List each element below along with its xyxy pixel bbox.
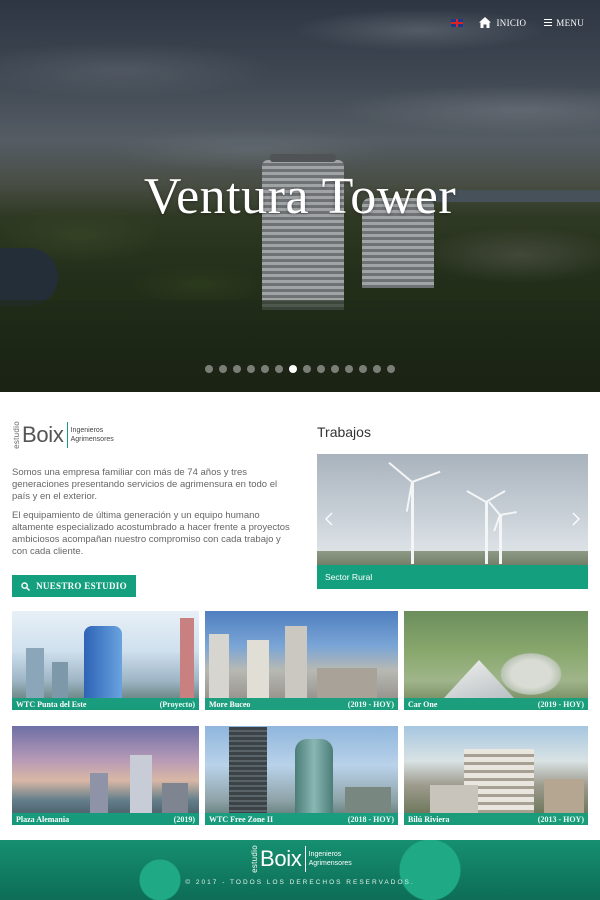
company-logo[interactable]: estudio Boix Ingenieros Agrimensores xyxy=(12,421,114,449)
building xyxy=(90,773,108,813)
logo-line2: Agrimensores xyxy=(70,436,114,443)
hero-slider[interactable]: INICIO MENU Ventura Tower xyxy=(0,0,600,392)
intro-paragraph-1: Somos una empresa familiar con más de 74… xyxy=(12,467,278,502)
building xyxy=(345,787,391,813)
building xyxy=(180,618,194,698)
turbine-blade xyxy=(485,502,487,524)
project-year: (2019) xyxy=(173,814,195,824)
project-year: (Proyecto) xyxy=(159,699,195,709)
project-name: Car One xyxy=(408,699,438,709)
logo-boix: Boix xyxy=(22,422,64,447)
project-card[interactable]: WTC Free Zone II (2018 - HOY) xyxy=(205,726,398,825)
logo-divider xyxy=(66,422,68,448)
footer-logo[interactable]: estudio Boix Ingenieros Agrimensores xyxy=(250,845,352,873)
building xyxy=(496,650,566,698)
nuestro-estudio-label: NUESTRO ESTUDIO xyxy=(36,581,127,591)
nav-menu-label: MENU xyxy=(556,17,584,28)
slider-dot[interactable] xyxy=(219,365,227,373)
turbine-blade xyxy=(411,470,441,483)
slider-dot[interactable] xyxy=(331,365,339,373)
building xyxy=(209,634,229,698)
project-caption: More Buceo (2019 - HOY) xyxy=(205,698,398,710)
home-icon xyxy=(478,17,491,28)
building xyxy=(285,626,307,698)
slider-dot[interactable] xyxy=(205,365,213,373)
turbine-blade xyxy=(466,490,487,503)
project-caption: Car One (2019 - HOY) xyxy=(404,698,588,710)
slider-dot[interactable] xyxy=(289,365,297,373)
project-caption: WTC Punta del Este (Proyecto) xyxy=(12,698,199,710)
project-year: (2013 - HOY) xyxy=(537,814,584,824)
chevron-right-icon[interactable] xyxy=(572,512,580,526)
project-card[interactable]: Plaza Alemania (2019) xyxy=(12,726,199,825)
project-card[interactable]: WTC Punta del Este (Proyecto) xyxy=(12,611,199,710)
slider-dots xyxy=(0,365,600,373)
project-year: (2019 - HOY) xyxy=(347,699,394,709)
hero-title: Ventura Tower xyxy=(143,168,457,225)
trabajos-slider[interactable]: Sector Rural xyxy=(317,454,588,589)
slider-dot[interactable] xyxy=(233,365,241,373)
building xyxy=(130,755,152,813)
turbine-blade xyxy=(388,461,413,483)
building xyxy=(430,785,478,813)
slider-dot[interactable] xyxy=(303,365,311,373)
top-navigation: INICIO MENU xyxy=(450,17,585,28)
logo-line2: Agrimensores xyxy=(308,860,352,867)
slider-dot[interactable] xyxy=(317,365,325,373)
project-card[interactable]: More Buceo (2019 - HOY) xyxy=(205,611,398,710)
slider-dot[interactable] xyxy=(387,365,395,373)
logo-line1: Ingenieros xyxy=(308,851,342,858)
project-name: Bilú Riviera xyxy=(408,814,450,824)
building xyxy=(84,626,122,698)
chevron-left-icon[interactable] xyxy=(325,512,333,526)
slide-caption: Sector Rural xyxy=(317,565,588,589)
search-icon xyxy=(21,581,31,591)
project-card[interactable]: Bilú Riviera (2013 - HOY) xyxy=(404,726,588,825)
logo-boix: Boix xyxy=(260,846,302,871)
building xyxy=(229,727,267,813)
turbine-blade xyxy=(499,511,517,516)
hamburger-menu-icon xyxy=(544,19,553,26)
project-year: (2018 - HOY) xyxy=(347,814,394,824)
building xyxy=(295,739,333,813)
slider-dot[interactable] xyxy=(275,365,283,373)
nav-inicio-link[interactable]: INICIO xyxy=(478,17,527,28)
project-card[interactable]: Car One (2019 - HOY) xyxy=(404,611,588,710)
project-name: WTC Free Zone II xyxy=(209,814,274,824)
intro-paragraph-2: El equipamiento de última generación y u… xyxy=(12,510,290,557)
project-caption: Plaza Alemania (2019) xyxy=(12,813,199,825)
nuestro-estudio-button[interactable]: NUESTRO ESTUDIO xyxy=(12,575,136,597)
building xyxy=(162,783,188,813)
building xyxy=(317,668,377,698)
slider-dot[interactable] xyxy=(261,365,269,373)
project-year: (2019 - HOY) xyxy=(537,699,584,709)
logo-subtitle: Ingenieros Agrimensores xyxy=(71,426,114,444)
slider-dot[interactable] xyxy=(247,365,255,373)
logo-divider xyxy=(304,846,306,872)
slider-dot[interactable] xyxy=(373,365,381,373)
nav-inicio-label: INICIO xyxy=(496,17,527,28)
logo-estudio: estudio xyxy=(12,421,21,449)
building xyxy=(26,648,44,698)
building xyxy=(52,662,68,698)
slider-dot[interactable] xyxy=(345,365,353,373)
wind-turbine xyxy=(499,514,502,564)
project-name: Plaza Alemania xyxy=(16,814,70,824)
project-caption: Bilú Riviera (2013 - HOY) xyxy=(404,813,588,825)
logo-subtitle: Ingenieros Agrimensores xyxy=(309,850,352,868)
wind-turbine xyxy=(411,482,414,564)
uk-flag-icon[interactable] xyxy=(450,18,463,27)
logo-line1: Ingenieros xyxy=(70,427,104,434)
project-caption: WTC Free Zone II (2018 - HOY) xyxy=(205,813,398,825)
trabajos-heading: Trabajos xyxy=(317,424,371,440)
slider-dot[interactable] xyxy=(359,365,367,373)
building xyxy=(544,779,584,813)
nav-menu-button[interactable]: MENU xyxy=(544,18,584,28)
building xyxy=(247,640,269,698)
project-name: More Buceo xyxy=(209,699,251,709)
project-name: WTC Punta del Este xyxy=(16,699,87,709)
intro-text: Somos una empresa familiar con más de 74… xyxy=(12,467,292,565)
logo-estudio: estudio xyxy=(250,845,259,873)
copyright-text: © 2017 - TODOS LOS DERECHOS RESERVADOS. xyxy=(185,879,415,886)
